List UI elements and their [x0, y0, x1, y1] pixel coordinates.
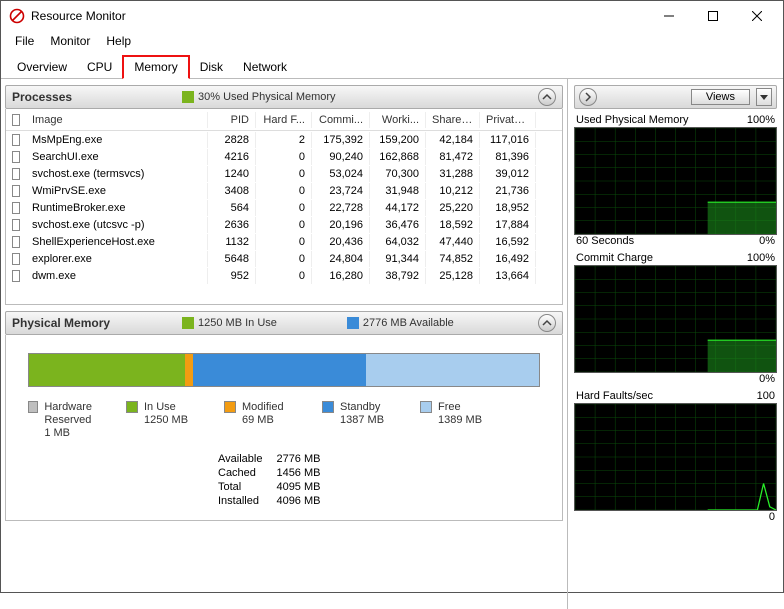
tab-disk[interactable]: Disk [190, 57, 233, 78]
maximize-button[interactable] [691, 2, 735, 30]
graph2-max: 100% [747, 252, 775, 264]
row-checkbox[interactable] [12, 202, 20, 214]
col-private[interactable]: Private ... [480, 112, 536, 128]
row-checkbox[interactable] [12, 151, 20, 163]
app-icon [9, 8, 25, 24]
swatch-free [420, 401, 432, 413]
collapse-icon[interactable] [538, 88, 556, 106]
table-row[interactable]: RuntimeBroker.exe564022,72844,17225,2201… [6, 199, 562, 216]
physmem-avail-legend: 2776 MB Available [347, 317, 454, 329]
graph1-max: 100% [747, 114, 775, 126]
table-row[interactable]: ShellExperienceHost.exe1132020,43664,032… [6, 233, 562, 250]
graph1-br: 0% [759, 235, 775, 247]
physmem-title: Physical Memory [12, 316, 162, 330]
row-checkbox[interactable] [12, 236, 20, 248]
membar-inuse [29, 354, 185, 386]
legend-swatch-green [182, 317, 194, 329]
menu-file[interactable]: File [7, 32, 42, 50]
tab-memory[interactable]: Memory [122, 55, 189, 79]
legend-swatch-blue [347, 317, 359, 329]
table-header-row: Image PID Hard F... Commi... Worki... Sh… [6, 109, 562, 131]
menu-monitor[interactable]: Monitor [42, 32, 98, 50]
graph1-title: Used Physical Memory [576, 114, 688, 126]
physmem-header[interactable]: Physical Memory 1250 MB In Use 2776 MB A… [5, 311, 563, 335]
membar-standby [193, 354, 366, 386]
memory-legend-row: Hardware Reserved1 MB In Use1250 MB Modi… [28, 401, 540, 440]
processes-title: Processes [12, 90, 162, 104]
physmem-content: Hardware Reserved1 MB In Use1250 MB Modi… [5, 335, 563, 521]
graph3-title: Hard Faults/sec [576, 390, 653, 402]
swatch-hw [28, 401, 38, 413]
graph3-br: 0 [769, 511, 775, 523]
col-image[interactable]: Image [26, 112, 208, 128]
row-checkbox[interactable] [12, 168, 20, 180]
window-titlebar: Resource Monitor [1, 1, 783, 31]
swatch-inuse [126, 401, 138, 413]
table-row[interactable]: WmiPrvSE.exe3408023,72431,94810,21221,73… [6, 182, 562, 199]
row-checkbox[interactable] [12, 185, 20, 197]
tab-network[interactable]: Network [233, 57, 297, 78]
close-button[interactable] [735, 2, 779, 30]
tab-bar: Overview CPU Memory Disk Network [1, 51, 783, 79]
col-pid[interactable]: PID [208, 112, 256, 128]
row-checkbox[interactable] [12, 253, 20, 265]
table-row[interactable]: svchost.exe (utcsvc -p)2636020,19636,476… [6, 216, 562, 233]
memory-summary: Available Cached Total Installed 2776 MB… [218, 452, 540, 508]
processes-legend-text: 30% Used Physical Memory [198, 91, 336, 103]
col-shareable[interactable]: Sharea... [426, 112, 480, 128]
tab-overview[interactable]: Overview [7, 57, 77, 78]
col-commit[interactable]: Commi... [312, 112, 370, 128]
used-memory-graph [574, 127, 777, 235]
row-checkbox[interactable] [12, 219, 20, 231]
views-dropdown-icon[interactable] [756, 88, 772, 106]
expand-right-icon[interactable] [579, 88, 597, 106]
swatch-mod [224, 401, 236, 413]
right-toolbar: Views [574, 85, 777, 109]
graph2-br: 0% [759, 373, 775, 385]
physmem-inuse-legend: 1250 MB In Use [182, 317, 277, 329]
graph1-bl: 60 Seconds [576, 235, 634, 247]
menu-bar: File Monitor Help [1, 31, 783, 51]
table-row[interactable]: dwm.exe952016,28038,79225,12813,664 [6, 267, 562, 284]
membar-modified [185, 354, 194, 386]
processes-header[interactable]: Processes 30% Used Physical Memory [5, 85, 563, 109]
row-checkbox[interactable] [12, 134, 20, 146]
collapse-icon[interactable] [538, 314, 556, 332]
col-working[interactable]: Worki... [370, 112, 426, 128]
graph3-max: 100 [757, 390, 775, 402]
window-title: Resource Monitor [31, 9, 647, 23]
processes-legend: 30% Used Physical Memory [182, 91, 336, 103]
views-button[interactable]: Views [691, 89, 750, 105]
minimize-button[interactable] [647, 2, 691, 30]
commit-charge-graph [574, 265, 777, 373]
col-hardfaults[interactable]: Hard F... [256, 112, 312, 128]
table-row[interactable]: svchost.exe (termsvcs)1240053,02470,3003… [6, 165, 562, 182]
processes-table: Image PID Hard F... Commi... Worki... Sh… [5, 109, 563, 305]
swatch-standby [322, 401, 334, 413]
table-row[interactable]: SearchUI.exe4216090,240162,86881,47281,3… [6, 148, 562, 165]
tab-cpu[interactable]: CPU [77, 57, 122, 78]
graph2-title: Commit Charge [576, 252, 653, 264]
hard-faults-graph [574, 403, 777, 511]
row-checkbox[interactable] [12, 270, 20, 282]
menu-help[interactable]: Help [98, 32, 139, 50]
memory-usage-bar [28, 353, 540, 387]
legend-swatch-green [182, 91, 194, 103]
select-all-checkbox[interactable] [12, 114, 20, 126]
table-row[interactable]: explorer.exe5648024,80491,34474,85216,49… [6, 250, 562, 267]
table-row[interactable]: MsMpEng.exe28282175,392159,20042,184117,… [6, 131, 562, 148]
membar-free [366, 354, 539, 386]
